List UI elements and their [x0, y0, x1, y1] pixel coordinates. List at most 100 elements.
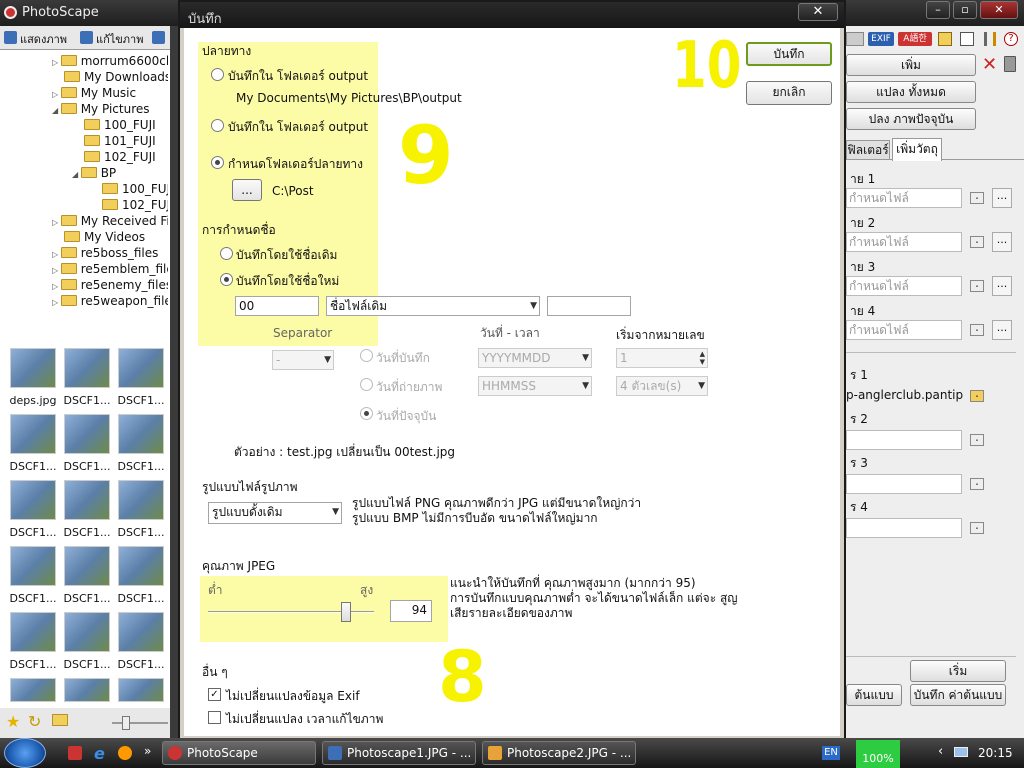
browse-button[interactable]: ...: [992, 188, 1012, 208]
tab-filter[interactable]: ฟิลเตอร์: [846, 140, 890, 160]
jpeg-quality-input[interactable]: 94: [390, 600, 432, 622]
tree-item[interactable]: My Videos: [64, 230, 145, 246]
tools-icon[interactable]: [984, 32, 996, 46]
add-button[interactable]: เพิ่ม: [846, 54, 976, 76]
thumbnail[interactable]: DSCF1...: [8, 612, 58, 671]
save-template-button[interactable]: บันทึก ค่าต้นแบบ: [910, 684, 1006, 706]
tree-item[interactable]: 101_FUJI: [84, 134, 156, 150]
radio-new-name[interactable]: [220, 273, 233, 286]
thumbnail[interactable]: DSCF1...: [8, 414, 58, 473]
radio-date-saved[interactable]: [360, 349, 373, 362]
minimize-button[interactable]: –: [926, 1, 950, 19]
maximize-button[interactable]: ▫: [953, 1, 977, 19]
keep-exif-checkbox[interactable]: ✓: [208, 688, 221, 701]
text-tool-icon[interactable]: ꞏ: [970, 478, 984, 490]
tab-add-object[interactable]: เพิ่มวัตถุ: [892, 138, 942, 161]
thumbnail[interactable]: [62, 678, 112, 708]
thumbnail[interactable]: DSCF1...: [8, 546, 58, 605]
thumbnail[interactable]: [116, 678, 166, 708]
start-button[interactable]: [4, 738, 46, 768]
tree-item[interactable]: ▷ re5emblem_file: [52, 262, 168, 278]
cancel-button[interactable]: ยกเลิก: [746, 81, 832, 105]
folder-open-icon[interactable]: [52, 714, 68, 726]
help-icon[interactable]: ?: [1004, 32, 1018, 46]
remove-icon[interactable]: ✕: [982, 54, 997, 75]
template-button[interactable]: ต้นแบบ: [846, 684, 902, 706]
thumbnail[interactable]: DSCF1...: [62, 414, 112, 473]
jpeg-quality-slider[interactable]: [208, 602, 374, 622]
text-field-2[interactable]: [846, 430, 962, 450]
text-field-4[interactable]: [846, 518, 962, 538]
radio-custom-folder[interactable]: [211, 156, 224, 169]
image-tool-icon[interactable]: ꞏ: [970, 324, 984, 336]
taskbar-item-photoscape1[interactable]: Photoscape1.JPG - ...: [322, 741, 476, 765]
time-format-select[interactable]: HHMMSS ▼: [478, 376, 592, 396]
tree-item[interactable]: 102_FUJI: [84, 150, 156, 166]
name-mode-select[interactable]: ชื่อไฟล์เดิม ▼: [326, 296, 540, 316]
tree-item[interactable]: 100_FUJI: [84, 118, 156, 134]
text-tool-icon[interactable]: ꞏ: [970, 434, 984, 446]
tab-editor[interactable]: แก้ไขภาพ: [80, 30, 143, 48]
thumbnail[interactable]: DSCF1...: [116, 348, 166, 407]
tree-item[interactable]: My Downloads: [64, 70, 168, 86]
convert-all-button[interactable]: แปลง ทั้งหมด: [846, 81, 976, 103]
image-file-field-3[interactable]: กำหนดไฟล์: [846, 276, 962, 296]
tree-item[interactable]: ▷ re5weapon_file: [52, 294, 168, 310]
image-file-field-1[interactable]: กำหนดไฟล์: [846, 188, 962, 208]
quicklaunch-icon[interactable]: [68, 746, 82, 760]
date-format-select[interactable]: YYYYMMDD ▼: [478, 348, 592, 368]
thumbnail[interactable]: DSCF1...: [116, 480, 166, 539]
taskbar-item-photoscape[interactable]: PhotoScape: [162, 741, 316, 765]
tray-chevron-icon[interactable]: ‹: [938, 744, 943, 759]
tab-batch[interactable]: [152, 30, 168, 48]
close-button[interactable]: ✕: [980, 1, 1018, 19]
filmstrip-icon[interactable]: [938, 32, 952, 46]
jpeg-quality-slider-handle[interactable]: [341, 602, 351, 622]
thumbnail[interactable]: deps.jpg: [8, 348, 58, 407]
copy-icon[interactable]: [960, 32, 974, 46]
start-button[interactable]: เริ่ม: [910, 660, 1006, 682]
convert-current-button[interactable]: ปลง ภาพปัจจุบัน: [846, 108, 976, 130]
radio-date-taken[interactable]: [360, 378, 373, 391]
tab-viewer[interactable]: แสดงภาพ: [4, 30, 67, 48]
messenger-icon[interactable]: [118, 746, 132, 760]
save-button[interactable]: บันทึก: [746, 42, 832, 66]
star-icon[interactable]: ★: [6, 712, 20, 731]
rotate-icon[interactable]: ↻: [28, 712, 41, 731]
tree-item[interactable]: ▷ My Received File: [52, 214, 168, 230]
image-tool-icon[interactable]: ꞏ: [970, 280, 984, 292]
radio-date-current[interactable]: [360, 407, 373, 420]
thumbnail[interactable]: DSCF1...: [116, 612, 166, 671]
separator-select[interactable]: - ▼: [272, 350, 334, 370]
exif-icon[interactable]: EXIF: [868, 32, 894, 46]
thumbnail[interactable]: DSCF1...: [116, 546, 166, 605]
dialog-close-button[interactable]: ✕: [798, 3, 838, 21]
battery-indicator[interactable]: 100%: [856, 740, 900, 768]
tree-item[interactable]: ▷ morrum6600cl.n: [52, 54, 168, 70]
text-value-1[interactable]: p-anglerclub.pantipm: [846, 388, 964, 402]
name-prefix-input[interactable]: 00: [235, 296, 319, 316]
format-select[interactable]: รูปแบบดั้งเดิม ▼: [208, 502, 342, 524]
toolbar-tool-icon[interactable]: [846, 32, 864, 46]
text-tool-icon[interactable]: ꞏ: [970, 390, 984, 402]
tree-item[interactable]: ▷ re5enemy_files: [52, 278, 168, 294]
taskbar-item-photoscape2[interactable]: Photoscape2.JPG - ...: [482, 741, 636, 765]
language-icon[interactable]: A語한: [898, 32, 932, 46]
start-number-stepper[interactable]: 1 ▲ ▼: [616, 348, 708, 368]
trash-icon[interactable]: [1004, 56, 1016, 72]
stepper-arrows-icon[interactable]: ▲ ▼: [700, 350, 705, 366]
image-tool-icon[interactable]: ꞏ: [970, 236, 984, 248]
radio-keep-name[interactable]: [220, 247, 233, 260]
name-suffix-input[interactable]: [547, 296, 631, 316]
tree-item[interactable]: ◢ BP: [72, 166, 116, 182]
radio-save-output-2[interactable]: [211, 119, 224, 132]
thumbnail[interactable]: DSCF1...: [62, 348, 112, 407]
keep-modified-time-checkbox[interactable]: [208, 711, 221, 724]
more-icon[interactable]: »: [144, 744, 151, 758]
browse-button[interactable]: ...: [992, 276, 1012, 296]
network-icon[interactable]: [954, 747, 968, 757]
ie-icon[interactable]: e: [94, 744, 105, 763]
browse-folder-button[interactable]: ...: [232, 179, 262, 201]
thumbnail[interactable]: DSCF1...: [62, 546, 112, 605]
tree-item[interactable]: 102_FUJ: [102, 198, 168, 214]
